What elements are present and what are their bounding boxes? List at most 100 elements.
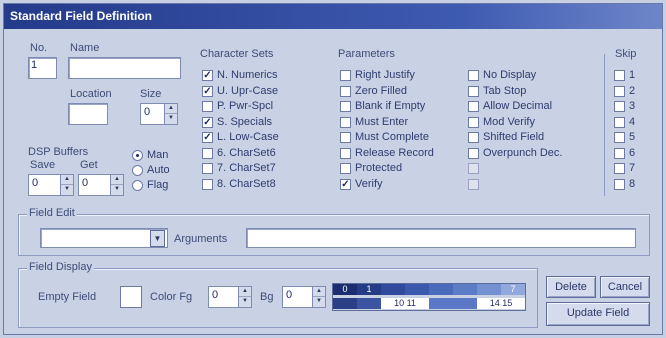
palette-cell[interactable] [405, 284, 429, 295]
charset-8-checkbox[interactable] [202, 178, 213, 190]
param-a-7-checkbox[interactable] [340, 163, 351, 174]
param-a-3-checkbox[interactable] [340, 101, 351, 112]
color-fg-label: Color Fg [150, 291, 193, 303]
flag-radio[interactable] [132, 180, 143, 191]
palette-cell[interactable] [381, 284, 405, 295]
auto-radio[interactable] [132, 165, 143, 176]
cancel-button[interactable]: Cancel [600, 276, 650, 298]
palette-cell[interactable]: 1 [357, 284, 381, 295]
empty-field-label: Empty Field [38, 291, 97, 303]
param-a-4-checkbox[interactable] [340, 116, 351, 128]
location-input[interactable] [68, 103, 108, 125]
param-b-5-label: Shifted Field [483, 131, 545, 143]
size-down-arrow-icon[interactable]: ▼ [165, 114, 177, 124]
charset-1-checkbox[interactable]: ✓ [202, 70, 213, 81]
palette-cell[interactable]: 0 [333, 284, 357, 295]
charset-2-checkbox[interactable]: ✓ [202, 85, 213, 97]
skip-7-checkbox[interactable] [614, 163, 625, 174]
charset-5-checkbox[interactable]: ✓ [202, 132, 213, 143]
field-display-title: Field Display [27, 261, 94, 273]
no-field[interactable]: 1 [28, 57, 57, 79]
update-field-button[interactable]: Update Field [546, 302, 650, 326]
charset-6-checkbox[interactable] [202, 147, 213, 159]
palette-cell[interactable] [333, 298, 357, 309]
palette-cell[interactable] [357, 298, 381, 309]
chevron-down-icon[interactable]: ▼ [150, 230, 165, 247]
palette-cell[interactable]: 7 [501, 284, 525, 295]
param-a-2-checkbox[interactable] [340, 85, 351, 97]
skip-7-label: 7 [629, 162, 636, 174]
skip-1-checkbox[interactable] [614, 70, 625, 81]
flag-label: Flag [147, 179, 169, 191]
param-b-1-checkbox[interactable] [468, 70, 479, 81]
palette-cell[interactable] [429, 298, 477, 309]
empty-field-swatch[interactable] [120, 286, 142, 308]
charset-2-label: U. Upr-Case [217, 84, 279, 97]
name-label: Name [70, 42, 100, 54]
skip-8-checkbox[interactable] [614, 178, 625, 190]
charset-5-label: L. Low-Case [217, 131, 279, 143]
delete-button[interactable]: Delete [546, 276, 596, 298]
get-down-arrow-icon[interactable]: ▼ [111, 185, 123, 195]
arguments-input[interactable] [246, 228, 636, 248]
param-a-1-label: Right Justify [355, 69, 415, 81]
man-radio[interactable] [132, 150, 143, 161]
size-up-arrow-icon[interactable]: ▲ [165, 104, 177, 114]
name-input[interactable] [68, 57, 181, 79]
size-value: 0 [144, 106, 151, 118]
charset-3-checkbox[interactable] [202, 101, 213, 112]
size-spinner[interactable]: 0 ▲ ▼ [140, 103, 178, 125]
skip-6-checkbox[interactable] [614, 147, 625, 159]
charset-4-checkbox[interactable]: ✓ [202, 116, 213, 128]
color-fg-spinner[interactable]: 0 ▲ ▼ [208, 286, 252, 308]
save-spinner[interactable]: 0 ▲ ▼ [28, 174, 74, 196]
save-spinner-arrows: ▲ ▼ [60, 175, 73, 195]
save-down-arrow-icon[interactable]: ▼ [61, 185, 73, 195]
palette-cell-14-15[interactable]: 14 15 [477, 298, 525, 309]
color-fg-value: 0 [212, 289, 219, 301]
bg-spinner[interactable]: 0 ▲ ▼ [282, 286, 326, 308]
get-up-arrow-icon[interactable]: ▲ [111, 175, 123, 185]
bg-spinner-arrows: ▲ ▼ [312, 287, 325, 307]
skip-3-label: 3 [629, 100, 636, 112]
param-b-2-checkbox[interactable] [468, 85, 479, 97]
param-b-4-checkbox[interactable] [468, 116, 479, 128]
auto-label: Auto [147, 164, 170, 176]
charset-3-label: P. Pwr-Spcl [217, 100, 274, 112]
color-palette[interactable]: 0 1 7 10 11 14 15 [332, 283, 526, 311]
no-value: 1 [31, 59, 38, 71]
palette-cell-10-11[interactable]: 10 11 [381, 298, 429, 309]
character-sets-title: Character Sets [200, 48, 274, 60]
param-a-7-label: Protected [355, 162, 403, 174]
palette-cell[interactable] [477, 284, 501, 295]
skip-2-checkbox[interactable] [614, 85, 625, 97]
skip-4-checkbox[interactable] [614, 116, 625, 128]
palette-cell[interactable] [429, 284, 453, 295]
param-a-5-checkbox[interactable] [340, 132, 351, 143]
param-b-8-checkbox [468, 178, 479, 190]
charset-7-checkbox[interactable] [202, 163, 213, 174]
bg-up-arrow-icon[interactable]: ▲ [313, 287, 325, 297]
param-b-3-checkbox[interactable] [468, 101, 479, 112]
bg-down-arrow-icon[interactable]: ▼ [313, 297, 325, 307]
skip-3-checkbox[interactable] [614, 101, 625, 112]
standard-field-definition-dialog: Standard Field Definition No. 1 Name Loc… [3, 3, 663, 335]
fg-down-arrow-icon[interactable]: ▼ [239, 297, 251, 307]
param-a-6-checkbox[interactable] [340, 147, 351, 159]
fg-up-arrow-icon[interactable]: ▲ [239, 287, 251, 297]
skip-5-checkbox[interactable] [614, 132, 625, 143]
skip-5-label: 5 [629, 131, 636, 143]
param-a-8-checkbox[interactable]: ✓ [340, 178, 351, 190]
skip-6-label: 6 [629, 146, 636, 159]
parameters-title: Parameters [338, 48, 395, 60]
field-edit-select[interactable] [40, 228, 168, 248]
palette-label-5: 14 [489, 298, 500, 308]
param-b-5-checkbox[interactable] [468, 132, 479, 143]
save-up-arrow-icon[interactable]: ▲ [61, 175, 73, 185]
skip-8-label: 8 [629, 177, 636, 190]
param-a-1-checkbox[interactable] [340, 70, 351, 81]
get-spinner[interactable]: 0 ▲ ▼ [78, 174, 124, 196]
palette-cell[interactable] [453, 284, 477, 295]
charset-1-label: N. Numerics [217, 69, 278, 81]
param-b-6-checkbox[interactable] [468, 147, 479, 159]
